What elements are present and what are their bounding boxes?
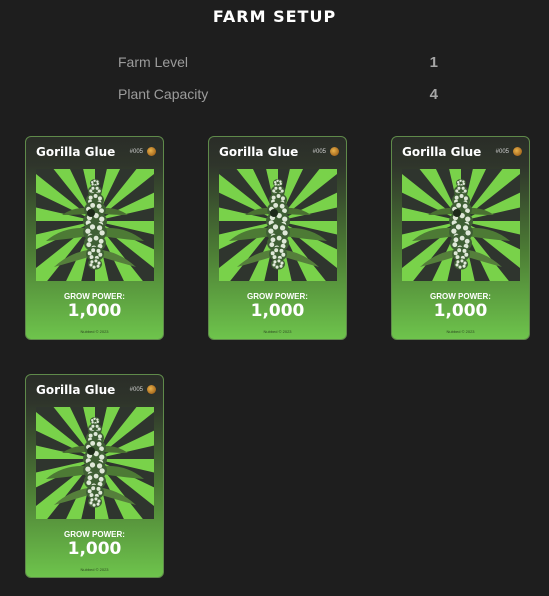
strain-badge-icon <box>330 147 339 156</box>
grow-power-label: GROW POWER: <box>247 292 308 301</box>
farm-level-value: 1 <box>429 54 438 71</box>
plant-card[interactable]: Gorilla Glue #005 GROW POWER: 1,000 Nubb… <box>208 136 347 340</box>
plant-card[interactable]: Gorilla Glue #005 GROW POWER: 1,000 Nubb… <box>25 136 164 340</box>
plant-capacity-label: Plant Capacity <box>118 86 209 102</box>
card-footer: Nubbed © 2023 <box>263 329 292 334</box>
strain-badge-icon <box>147 147 156 156</box>
plant-number: #005 <box>129 387 143 393</box>
grow-power-value: 1,000 <box>67 539 122 559</box>
plant-image <box>36 169 154 281</box>
grow-power-label: GROW POWER: <box>430 292 491 301</box>
plant-name: Gorilla Glue <box>36 145 116 159</box>
grow-power-label: GROW POWER: <box>64 292 125 301</box>
plant-card[interactable]: Gorilla Glue #005 GROW POWER: 1,000 Nubb… <box>25 374 164 578</box>
plant-name: Gorilla Glue <box>219 145 299 159</box>
card-footer: Nubbed © 2023 <box>80 567 109 572</box>
grow-power-value: 1,000 <box>67 301 122 321</box>
grow-power-value: 1,000 <box>250 301 305 321</box>
grow-power-value: 1,000 <box>433 301 488 321</box>
plant-image <box>402 169 520 281</box>
strain-badge-icon <box>147 385 156 394</box>
page-title: FARM SETUP <box>212 7 337 26</box>
strain-badge-icon <box>513 147 522 156</box>
plant-image <box>219 169 337 281</box>
card-footer: Nubbed © 2023 <box>80 329 109 334</box>
plant-image <box>36 407 154 519</box>
plant-number: #005 <box>312 149 326 155</box>
plant-number: #005 <box>495 149 509 155</box>
farm-level-label: Farm Level <box>118 54 189 70</box>
plant-capacity-value: 4 <box>429 86 438 103</box>
grow-power-label: GROW POWER: <box>64 530 125 539</box>
farm-level-row: Farm Level 1 <box>118 54 440 74</box>
plant-name: Gorilla Glue <box>402 145 482 159</box>
card-footer: Nubbed © 2023 <box>446 329 475 334</box>
plant-name: Gorilla Glue <box>36 383 116 397</box>
plant-capacity-row: Plant Capacity 4 <box>118 86 440 106</box>
plant-card[interactable]: Gorilla Glue #005 GROW POWER: 1,000 Nubb… <box>391 136 530 340</box>
plant-number: #005 <box>129 149 143 155</box>
